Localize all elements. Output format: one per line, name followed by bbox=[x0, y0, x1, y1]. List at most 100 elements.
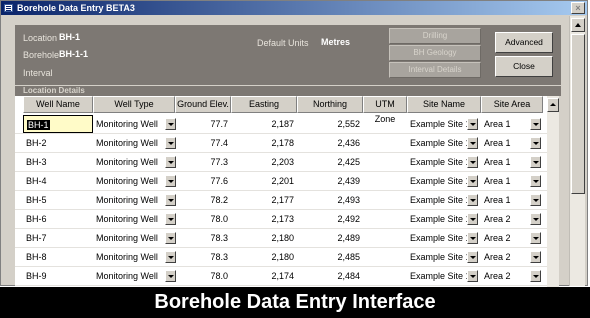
cell-well-name[interactable]: BH-7 bbox=[23, 229, 93, 247]
site-name-dropdown-icon[interactable] bbox=[467, 118, 478, 130]
col-header-well-type[interactable]: Well Type bbox=[93, 96, 175, 113]
close-window-button[interactable]: × bbox=[571, 2, 585, 14]
site-area-dropdown-icon[interactable] bbox=[530, 137, 541, 149]
cell-well-type[interactable]: Monitoring Well bbox=[93, 172, 161, 190]
cell-ground-elev[interactable]: 77.4 bbox=[175, 134, 231, 152]
cell-northing[interactable]: 2,492 bbox=[297, 210, 363, 228]
cell-well-type[interactable]: Monitoring Well bbox=[93, 153, 161, 171]
cell-ground-elev[interactable]: 78.0 bbox=[175, 267, 231, 285]
cell-utm-zone[interactable] bbox=[363, 134, 407, 152]
cell-site-name[interactable]: Example Site 1 bbox=[407, 229, 467, 247]
cell-northing[interactable]: 2,552 bbox=[297, 115, 363, 133]
col-header-northing[interactable]: Northing bbox=[297, 96, 363, 113]
table-row[interactable]: BH-3 Monitoring Well 77.3 2,203 2,425 Example… bbox=[15, 153, 547, 172]
cell-utm-zone[interactable] bbox=[363, 248, 407, 266]
site-name-dropdown-icon[interactable] bbox=[467, 137, 478, 149]
table-row[interactable]: BH-8 Monitoring Well 78.3 2,180 2,485 Example… bbox=[15, 248, 547, 267]
cell-easting[interactable]: 2,180 bbox=[231, 248, 297, 266]
cell-well-type[interactable]: Monitoring Well bbox=[93, 134, 161, 152]
cell-well-type[interactable]: Monitoring Well bbox=[93, 248, 161, 266]
col-header-site-name[interactable]: Site Name bbox=[407, 96, 481, 113]
cell-site-area[interactable]: Area 1 bbox=[481, 172, 529, 190]
cell-site-name[interactable]: Example Site 1 bbox=[407, 191, 467, 209]
cell-site-name[interactable]: Example Site 1 bbox=[407, 153, 467, 171]
site-area-dropdown-icon[interactable] bbox=[530, 194, 541, 206]
cell-utm-zone[interactable] bbox=[363, 229, 407, 247]
site-area-dropdown-icon[interactable] bbox=[530, 213, 541, 225]
cell-northing[interactable]: 2,436 bbox=[297, 134, 363, 152]
cell-northing[interactable]: 2,493 bbox=[297, 191, 363, 209]
table-row[interactable]: BH-5 Monitoring Well 78.2 2,177 2,493 Example… bbox=[15, 191, 547, 210]
cell-utm-zone[interactable] bbox=[363, 210, 407, 228]
cell-easting[interactable]: 2,174 bbox=[231, 267, 297, 285]
table-row[interactable]: BH-4 Monitoring Well 77.6 2,201 2,439 Example… bbox=[15, 172, 547, 191]
site-name-dropdown-icon[interactable] bbox=[467, 232, 478, 244]
well-type-dropdown-icon[interactable] bbox=[165, 156, 176, 168]
cell-well-type[interactable]: Monitoring Well bbox=[93, 210, 161, 228]
site-area-dropdown-icon[interactable] bbox=[530, 175, 541, 187]
cell-site-area[interactable]: Area 2 bbox=[481, 267, 529, 285]
cell-site-name[interactable]: Example Site 1 bbox=[407, 248, 467, 266]
cell-easting[interactable]: 2,180 bbox=[231, 229, 297, 247]
cell-utm-zone[interactable] bbox=[363, 115, 407, 133]
cell-well-name[interactable]: BH-8 bbox=[23, 248, 93, 266]
cell-easting[interactable]: 2,177 bbox=[231, 191, 297, 209]
cell-site-name[interactable]: Example Site 1 bbox=[407, 134, 467, 152]
site-area-dropdown-icon[interactable] bbox=[530, 232, 541, 244]
cell-ground-elev[interactable]: 77.6 bbox=[175, 172, 231, 190]
cell-northing[interactable]: 2,439 bbox=[297, 172, 363, 190]
cell-site-area[interactable]: Area 1 bbox=[481, 191, 529, 209]
cell-ground-elev[interactable]: 78.3 bbox=[175, 229, 231, 247]
cell-easting[interactable]: 2,173 bbox=[231, 210, 297, 228]
cell-well-type[interactable]: Monitoring Well bbox=[93, 229, 161, 247]
cell-well-type[interactable]: Monitoring Well bbox=[93, 191, 161, 209]
table-row[interactable]: BH-1 Monitoring Well 77.7 2,187 2,552 Example… bbox=[15, 115, 547, 134]
cell-site-name[interactable]: Example Site 1 bbox=[407, 115, 467, 133]
window-scrollbar[interactable] bbox=[569, 16, 585, 286]
well-type-dropdown-icon[interactable] bbox=[165, 175, 176, 187]
site-area-dropdown-icon[interactable] bbox=[530, 251, 541, 263]
site-area-dropdown-icon[interactable] bbox=[530, 118, 541, 130]
cell-site-area[interactable]: Area 2 bbox=[481, 229, 529, 247]
cell-easting[interactable]: 2,203 bbox=[231, 153, 297, 171]
table-row[interactable]: BH-2 Monitoring Well 77.4 2,178 2,436 Example… bbox=[15, 134, 547, 153]
grid-scroll-up-button[interactable] bbox=[547, 98, 559, 112]
cell-utm-zone[interactable] bbox=[363, 172, 407, 190]
cell-site-name[interactable]: Example Site 1 bbox=[407, 172, 467, 190]
table-row[interactable]: BH-9 Monitoring Well 78.0 2,174 2,484 Example… bbox=[15, 267, 547, 286]
cell-well-name[interactable]: BH-5 bbox=[23, 191, 93, 209]
cell-ground-elev[interactable]: 78.0 bbox=[175, 210, 231, 228]
col-header-ground-elev[interactable]: Ground Elev. bbox=[175, 96, 231, 113]
cell-site-area[interactable]: Area 1 bbox=[481, 115, 529, 133]
cell-well-type[interactable]: Monitoring Well bbox=[93, 115, 161, 133]
window-scroll-thumb[interactable] bbox=[571, 34, 585, 194]
cell-ground-elev[interactable]: 78.2 bbox=[175, 191, 231, 209]
col-header-easting[interactable]: Easting bbox=[231, 96, 297, 113]
cell-northing[interactable]: 2,484 bbox=[297, 267, 363, 285]
well-type-dropdown-icon[interactable] bbox=[165, 213, 176, 225]
col-header-site-area[interactable]: Site Area bbox=[481, 96, 543, 113]
col-header-well-name[interactable]: Well Name bbox=[23, 96, 93, 113]
window-scroll-up-button[interactable] bbox=[571, 18, 585, 32]
well-type-dropdown-icon[interactable] bbox=[165, 137, 176, 149]
cell-easting[interactable]: 2,201 bbox=[231, 172, 297, 190]
title-bar[interactable]: Borehole Data Entry BETA3 × bbox=[1, 1, 587, 15]
well-type-dropdown-icon[interactable] bbox=[165, 251, 176, 263]
site-name-dropdown-icon[interactable] bbox=[467, 251, 478, 263]
cell-well-name[interactable]: BH-3 bbox=[23, 153, 93, 171]
cell-site-area[interactable]: Area 1 bbox=[481, 134, 529, 152]
site-name-dropdown-icon[interactable] bbox=[467, 175, 478, 187]
bh-geology-button[interactable]: BH Geology bbox=[389, 45, 481, 61]
cell-site-area[interactable]: Area 2 bbox=[481, 210, 529, 228]
site-area-dropdown-icon[interactable] bbox=[530, 270, 541, 282]
cell-well-type[interactable]: Monitoring Well bbox=[93, 267, 161, 285]
well-type-dropdown-icon[interactable] bbox=[165, 232, 176, 244]
site-name-dropdown-icon[interactable] bbox=[467, 194, 478, 206]
cell-utm-zone[interactable] bbox=[363, 153, 407, 171]
cell-utm-zone[interactable] bbox=[363, 191, 407, 209]
table-row[interactable]: BH-7 Monitoring Well 78.3 2,180 2,489 Example… bbox=[15, 229, 547, 248]
site-name-dropdown-icon[interactable] bbox=[467, 156, 478, 168]
cell-well-name[interactable]: BH-1 bbox=[23, 115, 93, 133]
table-row[interactable]: BH-6 Monitoring Well 78.0 2,173 2,492 Example… bbox=[15, 210, 547, 229]
cell-ground-elev[interactable]: 78.3 bbox=[175, 248, 231, 266]
